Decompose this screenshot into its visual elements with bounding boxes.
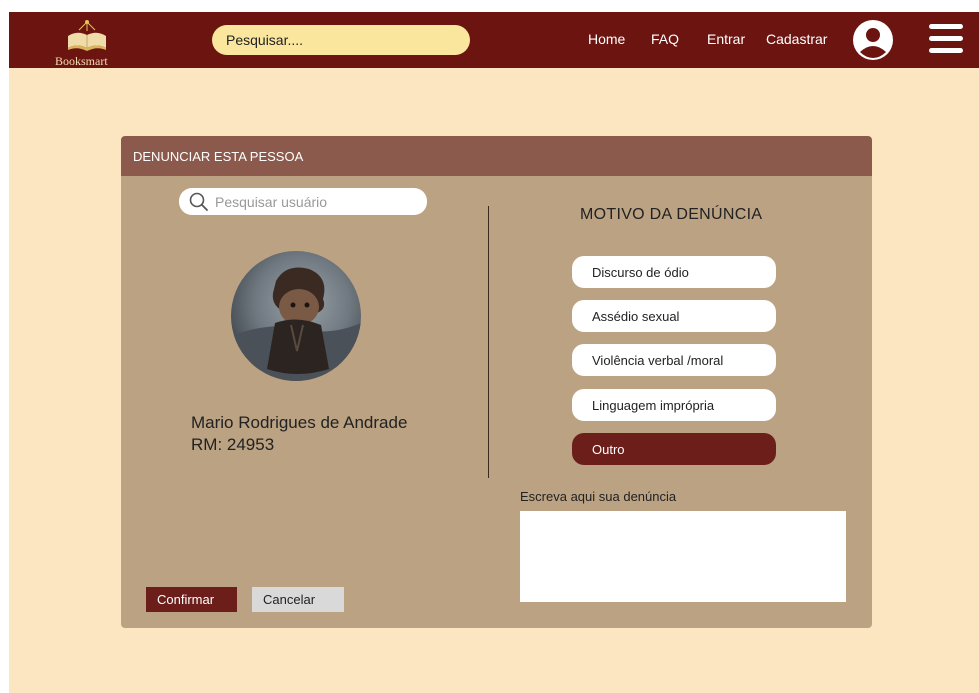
nav-faq-link[interactable]: FAQ bbox=[651, 31, 679, 47]
open-book-icon bbox=[68, 20, 106, 51]
avatar bbox=[231, 251, 361, 381]
brand-name: Booksmart bbox=[55, 54, 108, 68]
logo[interactable]: Booksmart bbox=[49, 16, 129, 68]
avatar-illustration bbox=[231, 267, 361, 381]
confirm-button[interactable]: Confirmar bbox=[146, 587, 237, 612]
reason-outro[interactable]: Outro bbox=[572, 433, 776, 465]
page: Booksmart Home FAQ Entrar Cadastrar DENU… bbox=[9, 12, 979, 693]
navbar: Booksmart Home FAQ Entrar Cadastrar bbox=[9, 12, 979, 68]
reason-violencia-verbal-moral[interactable]: Violência verbal /moral bbox=[572, 344, 776, 376]
nav-home-link[interactable]: Home bbox=[588, 31, 625, 47]
reason-assedio-sexual[interactable]: Assédio sexual bbox=[572, 300, 776, 332]
dialog-title: DENUNCIAR ESTA PESSOA bbox=[133, 149, 304, 164]
cancel-button[interactable]: Cancelar bbox=[252, 587, 344, 612]
user-search-box[interactable] bbox=[179, 188, 427, 215]
dialog-header: DENUNCIAR ESTA PESSOA bbox=[121, 136, 872, 176]
nav-entrar-link[interactable]: Entrar bbox=[707, 31, 745, 47]
user-circle-icon[interactable] bbox=[853, 20, 893, 60]
hamburger-menu-icon[interactable] bbox=[929, 24, 963, 56]
menu-bar bbox=[929, 24, 963, 29]
reported-user-name: Mario Rodrigues de Andrade bbox=[191, 413, 408, 432]
menu-bar bbox=[929, 48, 963, 53]
vertical-divider bbox=[488, 206, 489, 478]
reason-discurso-de-odio[interactable]: Discurso de ódio bbox=[572, 256, 776, 288]
report-dialog: DENUNCIAR ESTA PESSOA Mario Rodrigues de… bbox=[121, 136, 872, 628]
reasons-title: MOTIVO DA DENÚNCIA bbox=[580, 206, 763, 223]
complaint-label: Escreva aqui sua denúncia bbox=[520, 489, 677, 504]
reported-user-rm: RM: 24953 bbox=[191, 435, 275, 454]
user-search-input[interactable] bbox=[215, 191, 415, 212]
complaint-textarea[interactable] bbox=[520, 511, 846, 602]
site-search-input[interactable] bbox=[212, 25, 470, 55]
search-icon bbox=[189, 192, 208, 211]
reason-linguagem-impropria[interactable]: Linguagem imprópria bbox=[572, 389, 776, 421]
nav-cadastrar-link[interactable]: Cadastrar bbox=[766, 31, 827, 47]
menu-bar bbox=[929, 36, 963, 41]
